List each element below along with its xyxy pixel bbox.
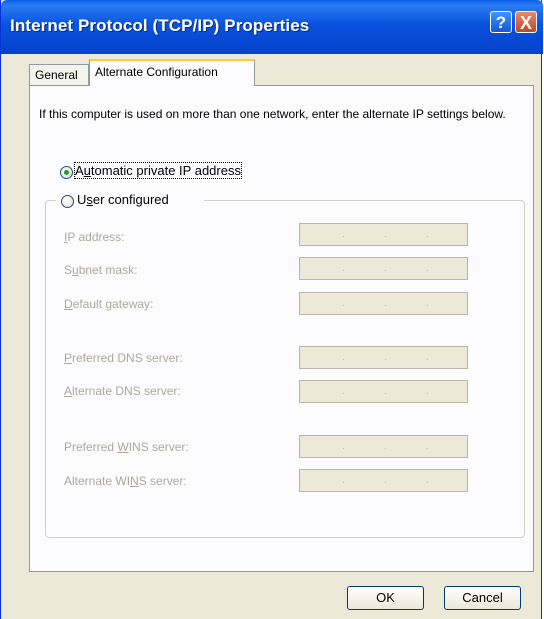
user-configured-radio[interactable] (61, 195, 74, 208)
description-text: If this computer is used on more than on… (39, 107, 506, 121)
subnet-mask-label: Subnet mask: (64, 263, 138, 277)
ok-button[interactable]: OK (347, 586, 424, 610)
title-bar[interactable]: Internet Protocol (TCP/IP) Properties ? … (1, 0, 543, 54)
tab-general[interactable]: General (29, 64, 89, 85)
preferred-wins-field[interactable]: ... (299, 435, 468, 458)
alternate-wins-label: Alternate WINS server: (64, 474, 187, 488)
default-gateway-label: Default gateway: (64, 297, 154, 311)
preferred-dns-label: Preferred DNS server: (64, 351, 183, 365)
help-button[interactable]: ? (490, 11, 512, 33)
alternate-dns-field[interactable]: ... (299, 380, 468, 403)
window-title: Internet Protocol (TCP/IP) Properties (10, 16, 310, 35)
alternate-wins-field[interactable]: ... (299, 469, 468, 492)
automatic-ip-label[interactable]: Automatic private IP address (74, 162, 242, 179)
cancel-button[interactable]: Cancel (444, 586, 521, 610)
ip-address-label: IP address: (64, 230, 125, 244)
dialog-window: Internet Protocol (TCP/IP) Properties ? … (0, 0, 543, 619)
preferred-wins-label: Preferred WINS server: (64, 440, 189, 454)
automatic-ip-radio[interactable] (60, 166, 73, 179)
close-button[interactable]: X (515, 11, 537, 33)
default-gateway-field[interactable]: ... (299, 292, 468, 315)
subnet-mask-field[interactable]: ... (299, 257, 468, 280)
radio-selected-dot (64, 170, 69, 175)
user-configured-label[interactable]: User configured (77, 192, 169, 207)
ip-address-field[interactable]: ... (299, 223, 468, 246)
tab-alternate-configuration[interactable]: Alternate Configuration (89, 59, 255, 86)
preferred-dns-field[interactable]: ... (299, 346, 468, 369)
alternate-dns-label: Alternate DNS server: (64, 384, 181, 398)
